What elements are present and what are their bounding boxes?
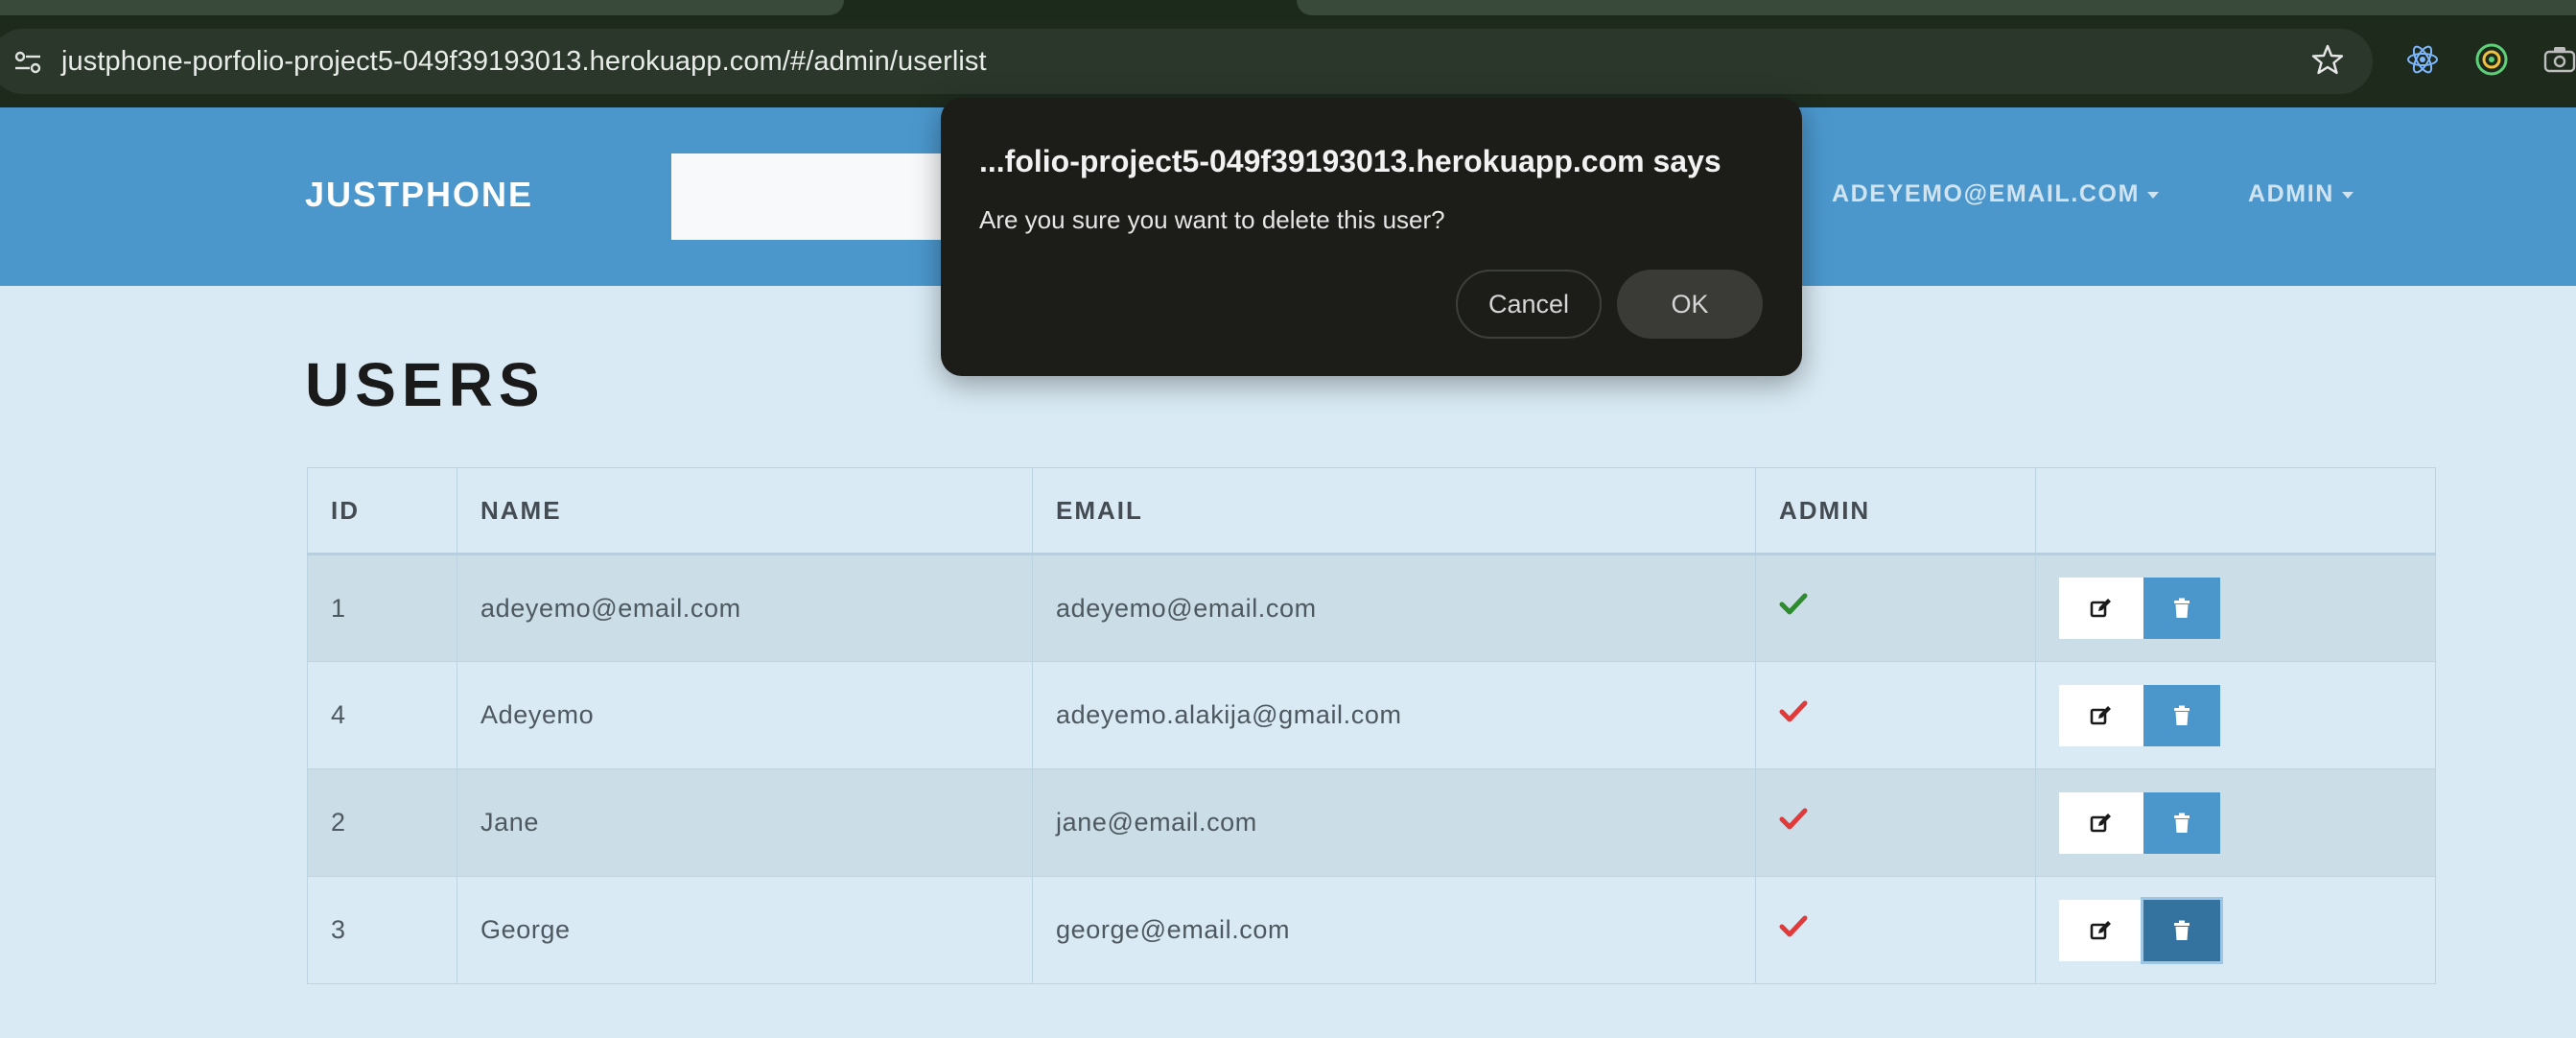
row-actions [2059, 684, 2412, 746]
user-id-cell: 4 [307, 661, 457, 769]
row-actions [2059, 899, 2412, 961]
check-icon [1779, 593, 1808, 615]
table-row: 3 George george@email.com [307, 876, 2436, 984]
user-name-cell: adeyemo@email.com [457, 554, 1033, 662]
row-actions [2059, 578, 2412, 639]
column-header-actions [2035, 467, 2436, 555]
table-row: 4 Adeyemo adeyemo.alakija@gmail.com [307, 661, 2436, 769]
edit-user-button[interactable] [2059, 684, 2143, 746]
user-actions-cell [2035, 876, 2436, 984]
user-name-cell: George [457, 876, 1033, 984]
table-header-row: ID NAME EMAIL ADMIN [307, 467, 2436, 555]
user-email-cell: adeyemo@email.com [1032, 554, 1756, 662]
check-icon [1779, 808, 1808, 829]
check-icon [1779, 700, 1808, 721]
user-admin-cell [1755, 768, 2036, 877]
admin-menu-dropdown[interactable]: ADMIN [2248, 180, 2354, 208]
user-actions-cell [2035, 554, 2436, 662]
screenshot-extension-icon[interactable] [2543, 44, 2576, 75]
extension-target-icon[interactable] [2474, 42, 2509, 77]
user-admin-cell [1755, 876, 2036, 984]
bookmark-star-icon[interactable] [2311, 43, 2344, 76]
site-settings-icon[interactable] [13, 48, 42, 77]
table-row: 1 adeyemo@email.com adeyemo@email.com [307, 554, 2436, 662]
page-title: USERS [305, 350, 546, 419]
dialog-title: ...folio-project5-049f39193013.herokuapp… [979, 144, 1721, 178]
url-text[interactable]: justphone-porfolio-project5-049f39193013… [61, 42, 987, 81]
dialog-message: Are you sure you want to delete this use… [979, 205, 1445, 234]
edit-user-button[interactable] [2059, 791, 2143, 854]
row-actions [2059, 791, 2412, 854]
user-admin-cell [1755, 661, 2036, 769]
chevron-down-icon [2147, 191, 2160, 199]
edit-icon [2090, 813, 2111, 832]
user-email-cell: jane@email.com [1032, 768, 1756, 877]
user-admin-cell [1755, 554, 2036, 662]
user-id-cell: 3 [307, 876, 457, 984]
browser-tab-strip [0, 0, 2576, 19]
delete-user-button[interactable] [2143, 791, 2220, 854]
user-id-cell: 1 [307, 554, 457, 662]
edit-icon [2090, 599, 2111, 618]
trash-icon [2174, 813, 2190, 833]
delete-confirm-dialog: ...folio-project5-049f39193013.herokuapp… [941, 98, 1802, 376]
admin-menu-label: ADMIN [2248, 180, 2334, 207]
trash-icon [2174, 598, 2190, 618]
user-actions-cell [2035, 661, 2436, 769]
column-header-id: ID [307, 467, 457, 555]
trash-icon [2174, 705, 2190, 725]
users-table: ID NAME EMAIL ADMIN 1 adeyemo@email.com ad… [307, 467, 2436, 984]
user-menu-dropdown[interactable]: ADEYEMO@EMAIL.COM [1832, 180, 2160, 208]
user-email-cell: adeyemo.alakija@gmail.com [1032, 661, 1756, 769]
delete-user-button[interactable] [2143, 578, 2220, 639]
chevron-down-icon [2341, 191, 2354, 199]
user-actions-cell [2035, 768, 2436, 877]
edit-user-button[interactable] [2059, 899, 2143, 961]
ok-button[interactable]: OK [1617, 270, 1763, 339]
check-icon [1779, 915, 1808, 936]
edit-user-button[interactable] [2059, 578, 2143, 639]
column-header-name: NAME [457, 467, 1033, 555]
react-devtools-icon[interactable] [2405, 42, 2440, 77]
browser-tab[interactable] [0, 0, 844, 15]
edit-icon [2090, 705, 2111, 724]
cancel-button[interactable]: Cancel [1456, 270, 1602, 339]
brand-logo[interactable]: JUSTPHONE [305, 175, 533, 215]
user-menu-label: ADEYEMO@EMAIL.COM [1832, 180, 2141, 207]
user-email-cell: george@email.com [1032, 876, 1756, 984]
user-id-cell: 2 [307, 768, 457, 877]
table-row: 2 Jane jane@email.com [307, 768, 2436, 877]
trash-icon [2174, 920, 2190, 940]
edit-icon [2090, 920, 2111, 939]
column-header-email: EMAIL [1032, 467, 1756, 555]
user-name-cell: Jane [457, 768, 1033, 877]
column-header-admin: ADMIN [1755, 467, 2036, 555]
user-name-cell: Adeyemo [457, 661, 1033, 769]
delete-user-button[interactable] [2143, 684, 2220, 746]
delete-user-button[interactable] [2143, 899, 2220, 961]
browser-tab[interactable] [1297, 0, 2576, 15]
